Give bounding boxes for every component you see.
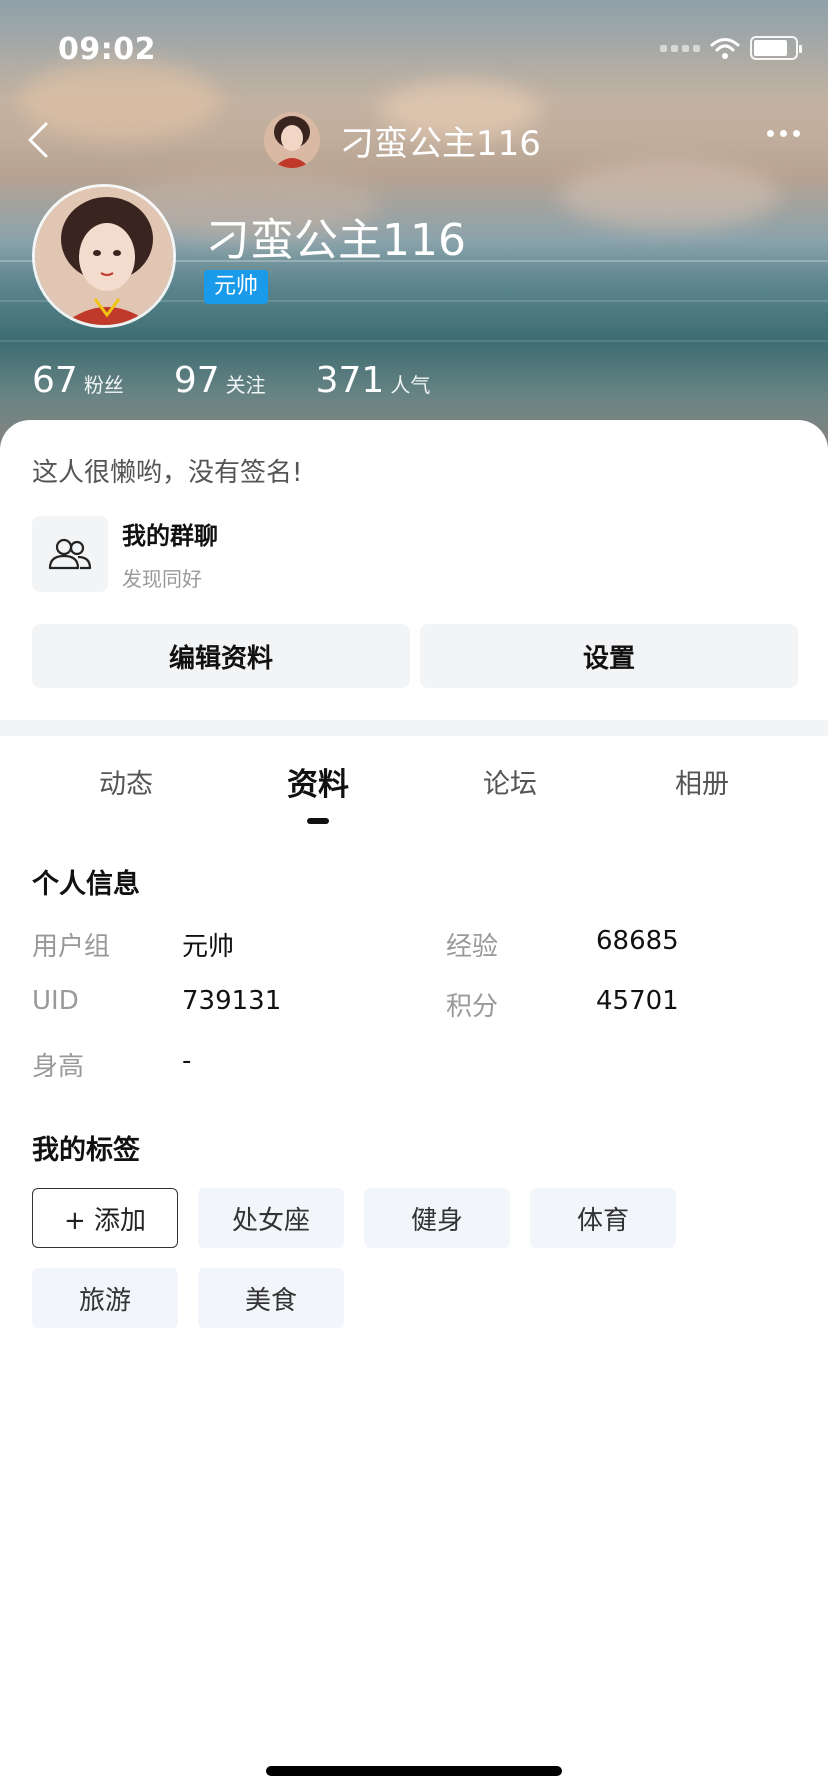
group-chat-title: 我的群聊 (122, 522, 218, 550)
group-icon (48, 538, 92, 570)
uid-label: UID (32, 986, 79, 1016)
add-tag-button[interactable]: + 添加 (32, 1188, 178, 1248)
signature: 这人很懒哟，没有签名! (32, 458, 303, 488)
wifi-icon (710, 38, 740, 59)
battery-icon (750, 36, 802, 60)
tag-item[interactable]: 健身 (364, 1188, 510, 1248)
nav-title-group: 刁蛮公主116 (264, 112, 541, 168)
tag-item[interactable]: 处女座 (198, 1188, 344, 1248)
edit-profile-button[interactable]: 编辑资料 (32, 624, 410, 688)
group-chat-subtitle: 发现同好 (122, 567, 202, 591)
personal-info-title: 个人信息 (32, 869, 140, 900)
user-group-value: 元帅 (182, 932, 235, 962)
group-chat-entry[interactable]: 我的群聊 发现同好 (32, 516, 218, 592)
stat-following-value: 97 (173, 360, 220, 401)
tab-forum[interactable]: 论坛 (440, 762, 580, 801)
status-time: 09:02 (58, 32, 156, 67)
user-group-label: 用户组 (32, 932, 111, 962)
home-indicator[interactable] (266, 1766, 562, 1776)
profile-stats: 67 粉丝 97 关注 371 人气 (32, 360, 480, 401)
stat-fans-label: 粉丝 (83, 373, 124, 397)
tags-title: 我的标签 (32, 1135, 140, 1166)
tag-item[interactable]: 旅游 (32, 1268, 178, 1328)
tag-item[interactable]: 美食 (198, 1268, 344, 1328)
exp-value: 68685 (596, 926, 679, 956)
settings-button[interactable]: 设置 (420, 624, 798, 688)
stat-following[interactable]: 97 关注 (174, 360, 266, 401)
info-row-uid-points: UID 739131 积分 45701 (32, 986, 796, 1026)
points-label: 积分 (446, 992, 499, 1022)
tag-item[interactable]: 体育 (530, 1188, 676, 1248)
tag-list: + 添加 处女座 健身 体育 旅游 美食 (32, 1188, 796, 1328)
height-value: - (182, 1046, 192, 1076)
more-icon[interactable] (767, 130, 800, 137)
back-button[interactable] (22, 118, 62, 162)
section-divider (0, 720, 828, 736)
action-buttons: 编辑资料 设置 (32, 624, 798, 688)
info-row-height: 身高 - (32, 1046, 796, 1086)
avatar[interactable] (32, 184, 176, 328)
tab-album[interactable]: 相册 (632, 762, 772, 801)
info-row-group-exp: 用户组 元帅 经验 68685 (32, 926, 796, 966)
profile-tabs: 动态 资料 论坛 相册 (0, 736, 828, 826)
stat-fans-value: 67 (32, 360, 78, 401)
points-value: 45701 (596, 986, 679, 1016)
group-icon-box (32, 516, 108, 592)
tab-feed[interactable]: 动态 (56, 762, 196, 801)
stat-fans[interactable]: 67 粉丝 (32, 360, 124, 401)
status-icons (660, 36, 802, 60)
exp-label: 经验 (446, 932, 499, 962)
uid-value: 739131 (182, 986, 282, 1016)
stat-popularity-value: 371 (315, 360, 385, 401)
stat-popularity: 371 人气 (316, 360, 431, 401)
rank-badge: 元帅 (204, 270, 269, 304)
profile-name: 刁蛮公主116 (206, 215, 466, 266)
tab-profile-info[interactable]: 资料 (248, 759, 388, 804)
stat-following-label: 关注 (225, 373, 266, 397)
stat-popularity-label: 人气 (390, 373, 431, 397)
height-label: 身高 (32, 1052, 85, 1082)
chevron-left-icon (28, 122, 48, 158)
signal-icon (660, 44, 700, 52)
nav-avatar (264, 112, 320, 168)
nav-title: 刁蛮公主116 (340, 123, 541, 164)
